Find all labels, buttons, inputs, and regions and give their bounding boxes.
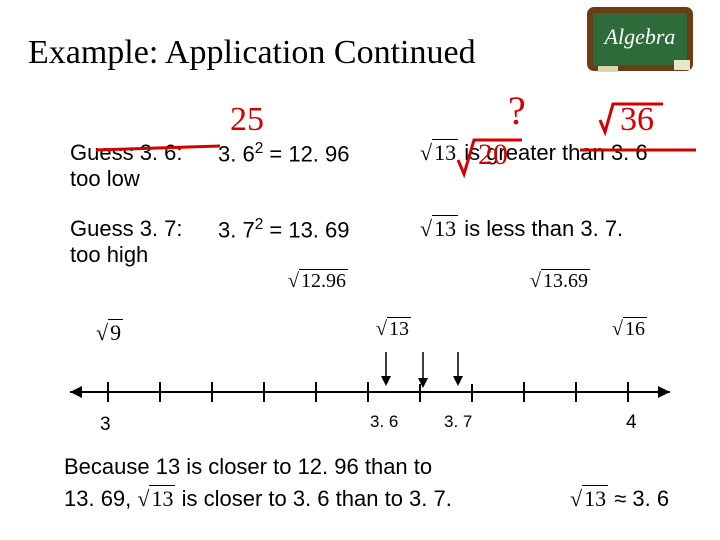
calc-3-6: 3. 62 = 12. 96 <box>218 140 350 167</box>
svg-text:36: 36 <box>620 101 654 138</box>
sqrt-13-icon: √13 <box>420 140 458 165</box>
guess-3-6-sub: too low <box>70 166 140 192</box>
svg-text:?: ? <box>508 90 526 133</box>
conclusion-line-2: 13. 69, √13 is closer to 3. 6 than to 3.… <box>64 486 452 512</box>
guess-3-7-label: Guess 3. 7: <box>70 216 183 242</box>
sqrt-13-icon: √13 <box>570 485 608 511</box>
conclusion-line-1: Because 13 is closer to 12. 96 than to <box>64 454 432 480</box>
tick-label-3: 3 <box>100 414 111 436</box>
expl-3-6: √13 is greater than 3. 6 <box>420 140 648 166</box>
guess-3-7-sub: too high <box>70 242 148 268</box>
sqrt-13-label: √13 <box>376 318 411 341</box>
number-line <box>70 352 670 412</box>
tick-label-4: 4 <box>626 412 637 434</box>
sqrt-9-label: √9 <box>96 320 123 346</box>
sqrt-13-icon: √13 <box>137 485 175 511</box>
guess-3-6-label: Guess 3. 6: <box>70 140 183 166</box>
sqrt-16-label: √16 <box>612 318 647 341</box>
calc-3-7: 3. 72 = 13. 69 <box>218 216 350 243</box>
sqrt-12-96-label: √12.96 <box>288 270 348 293</box>
tick-label-3-7: 3. 7 <box>444 412 472 432</box>
algebra-chalkboard-icon: Algebra <box>584 4 702 82</box>
page-title: Example: Application Continued <box>28 34 476 72</box>
sqrt-13-icon: √13 <box>420 216 458 241</box>
expl-3-7: √13 is less than 3. 7. <box>420 216 623 242</box>
svg-text:Algebra: Algebra <box>603 24 676 49</box>
svg-text:25: 25 <box>230 101 264 138</box>
conclusion-approx: √13 ≈ 3. 6 <box>570 486 669 512</box>
tick-label-3-6: 3. 6 <box>370 412 398 432</box>
sqrt-13-69-label: √13.69 <box>530 270 590 293</box>
